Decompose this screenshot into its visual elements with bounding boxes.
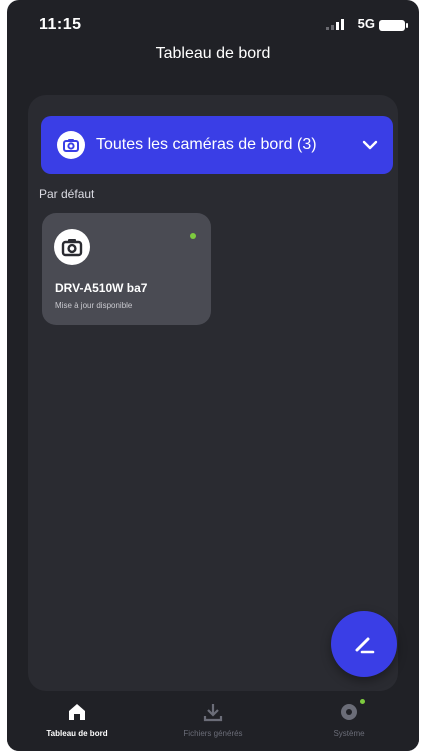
tab-label: Système (333, 729, 365, 738)
status-bar: 11:15 5G (7, 0, 419, 44)
network-type: 5G (357, 16, 375, 31)
device-card[interactable]: DRV-A510W ba7 Mise à jour disponible (42, 213, 211, 325)
gear-icon (341, 704, 357, 720)
signal-icon (326, 19, 344, 30)
page-title: Tableau de bord (155, 45, 271, 62)
home-icon (69, 704, 85, 720)
tab-generated-files[interactable]: Fichiers générés (148, 691, 278, 751)
chevron-down-icon (362, 140, 378, 150)
dashboard-panel: Toutes les caméras de bord (3) Par défau… (28, 95, 398, 691)
tab-system[interactable]: Système (284, 691, 414, 751)
device-status: Mise à jour disponible (55, 301, 133, 310)
tab-dashboard[interactable]: Tableau de bord (12, 691, 142, 751)
camera-filter-dropdown[interactable]: Toutes les caméras de bord (3) (41, 116, 393, 174)
battery-icon (379, 20, 408, 31)
status-dot (190, 233, 196, 239)
update-badge (360, 699, 365, 704)
camera-filter-label: Toutes les caméras de bord (3) (96, 136, 317, 153)
edit-icon (355, 637, 375, 654)
tab-bar: Tableau de bord Fichiers générés Système (7, 691, 419, 751)
camera-icon (57, 131, 85, 159)
tab-label: Fichiers générés (183, 729, 243, 738)
status-time: 11:15 (39, 16, 82, 33)
download-icon (203, 704, 223, 722)
tab-label: Tableau de bord (46, 729, 108, 738)
phone-screen: 11:15 5G Tableau de bord Toutes les camé… (7, 0, 419, 751)
camera-icon (54, 229, 90, 265)
device-name: DRV-A510W ba7 (55, 281, 148, 295)
edit-button[interactable] (331, 611, 397, 677)
section-label: Par défaut (39, 187, 95, 201)
